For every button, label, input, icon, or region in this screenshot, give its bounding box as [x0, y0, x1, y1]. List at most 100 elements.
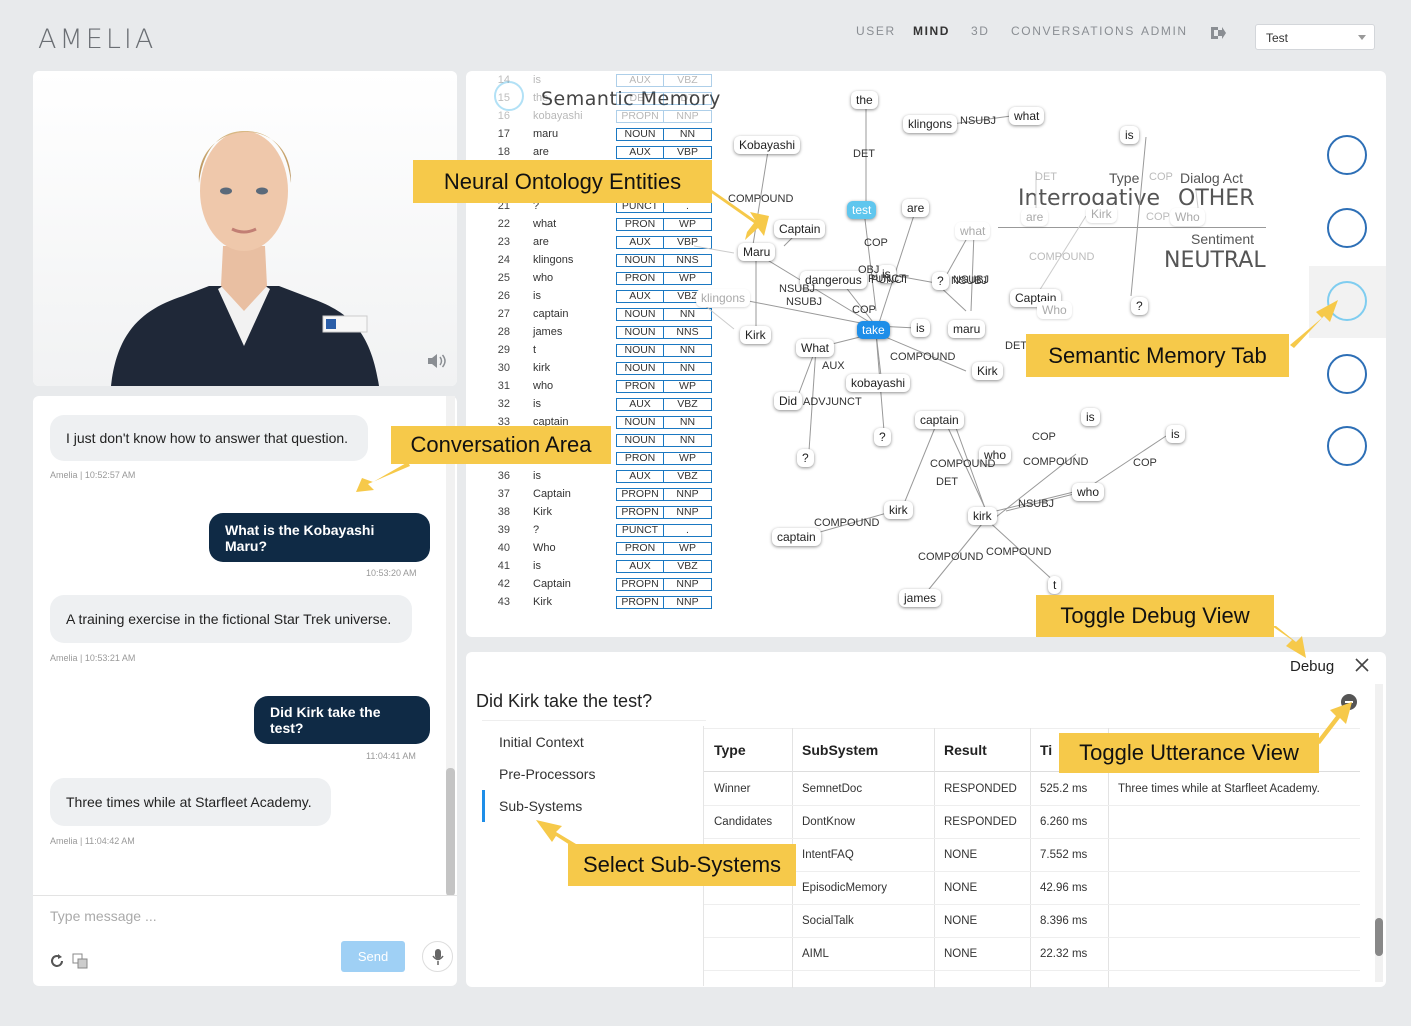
table-cell: SocialTalk — [802, 914, 854, 927]
graph-node[interactable]: Captain — [774, 220, 826, 238]
amelia-message: A training exercise in the fictional Sta… — [50, 595, 412, 643]
nav-conversations[interactable]: CONVERSATIONS — [1011, 24, 1135, 38]
graph-edge-label: COP — [1149, 171, 1173, 183]
graph-node[interactable]: the — [851, 91, 878, 109]
graph-node[interactable]: kobayashi — [846, 374, 911, 392]
column-header[interactable]: Ti — [1040, 728, 1052, 772]
graph-node[interactable]: kirk — [884, 501, 913, 519]
graph-edge-label: NSUBJ — [951, 275, 988, 287]
table-cell: RESPONDED — [944, 815, 1017, 828]
debug-toggle[interactable]: Debug — [1290, 658, 1334, 675]
column-header[interactable]: Type — [714, 728, 746, 772]
graph-edge-label: PUNCT — [871, 274, 909, 286]
message-input[interactable]: Type message ... — [50, 908, 157, 924]
message-meta: Amelia | 10:52:57 AM — [50, 470, 136, 480]
graph-node[interactable]: are — [1021, 208, 1049, 226]
graph-node[interactable]: Maru — [738, 243, 776, 261]
table-cell: DontKnow — [802, 815, 856, 828]
column-header[interactable]: Result — [944, 728, 987, 772]
table-cell: 6.260 ms — [1040, 815, 1088, 828]
utterance-text: Did Kirk take the test? — [476, 691, 653, 711]
nav-mind[interactable]: MIND — [913, 24, 950, 38]
debug-nav-initial-context[interactable]: Initial Context — [499, 734, 584, 750]
tab-process-icon[interactable] — [1327, 135, 1367, 175]
graph-node[interactable]: Kirk — [972, 362, 1003, 380]
table-cell: 22.32 ms — [1040, 947, 1088, 960]
tab-neural-icon[interactable] — [1327, 426, 1367, 466]
tab-episodic-icon[interactable] — [1327, 208, 1367, 248]
graph-node[interactable]: captain — [772, 528, 821, 546]
table-cell: RESPONDED — [944, 782, 1017, 795]
profile-select[interactable]: Test — [1255, 24, 1375, 50]
graph-node[interactable]: ? — [797, 449, 814, 467]
graph-edge-label: COMPOUND — [930, 458, 996, 470]
column-divider — [1030, 728, 1031, 988]
microphone-icon[interactable] — [422, 941, 453, 972]
tab-semantic-memory-icon[interactable] — [1327, 281, 1367, 321]
table-cell — [1118, 904, 1358, 937]
table-cell: IntentFAQ — [802, 848, 854, 861]
table-cell — [1118, 937, 1358, 970]
graph-node[interactable]: is — [1166, 425, 1185, 443]
graph-edge-label: COMPOUND — [814, 517, 880, 529]
translate-icon[interactable] — [72, 953, 88, 974]
graph-node[interactable]: ? — [932, 272, 949, 290]
graph-edge-label: COMPOUND — [918, 551, 984, 563]
graph-node[interactable]: is — [911, 319, 930, 337]
graph-edge-label: DET — [936, 476, 958, 488]
graph-node[interactable]: take — [857, 321, 890, 339]
column-header[interactable]: SubSystem — [802, 728, 878, 772]
tab-emotion-icon[interactable] — [1327, 354, 1367, 394]
graph-node[interactable]: what — [955, 222, 991, 240]
chat-scrollbar-thumb[interactable] — [446, 768, 455, 896]
graph-node[interactable]: ? — [1131, 297, 1148, 315]
avatar-image — [33, 71, 457, 386]
table-row — [704, 970, 1360, 971]
graph-node[interactable]: james — [899, 589, 942, 607]
graph-node[interactable]: is — [1120, 126, 1139, 144]
annotation-neural-ontology: Neural Ontology Entities — [413, 160, 712, 203]
nav-admin[interactable]: ADMIN — [1141, 24, 1188, 38]
nav-3d[interactable]: 3D — [971, 24, 990, 38]
message-meta: 10:53:20 AM — [366, 568, 417, 578]
graph-node[interactable]: test — [847, 201, 877, 219]
graph-node[interactable]: t — [1048, 576, 1062, 594]
send-button[interactable]: Send — [341, 941, 405, 972]
debug-scrollbar-thumb[interactable] — [1375, 918, 1383, 956]
graph-node[interactable]: maru — [948, 320, 986, 338]
graph-node[interactable]: Who — [1170, 208, 1205, 226]
graph-node[interactable]: kirk — [968, 507, 997, 525]
graph-node[interactable]: Kirk — [1086, 205, 1117, 223]
graph-edge-label: COMPOUND — [728, 193, 794, 205]
graph-edge-label: DET — [1005, 340, 1027, 352]
graph-edge-label: COMPOUND — [986, 546, 1052, 558]
table-cell: AIML — [802, 947, 829, 960]
graph-node[interactable]: klingons — [903, 115, 958, 133]
annotation-select-subsystems: Select Sub-Systems — [568, 844, 796, 886]
refresh-icon[interactable] — [49, 953, 65, 974]
graph-node[interactable]: Kobayashi — [734, 136, 801, 154]
volume-icon[interactable] — [427, 353, 447, 374]
logout-icon[interactable] — [1210, 26, 1226, 40]
app-logo: AMELIA — [38, 24, 157, 55]
graph-node[interactable]: who — [1072, 483, 1105, 501]
graph-edge-label: COMPOUND — [1023, 456, 1089, 468]
debug-nav-pre-processors[interactable]: Pre-Processors — [499, 766, 595, 782]
graph-node[interactable]: What — [796, 339, 835, 357]
graph-node[interactable]: are — [902, 199, 930, 217]
graph-node[interactable]: klingons — [696, 289, 751, 307]
graph-edge-label: COMPOUND — [1029, 251, 1095, 263]
divider — [33, 895, 457, 896]
graph-node[interactable]: Kirk — [740, 326, 771, 344]
debug-nav-sub-systems[interactable]: Sub-Systems — [499, 798, 582, 814]
toggle-utterance-icon[interactable] — [1341, 694, 1357, 710]
graph-node[interactable]: Did — [774, 392, 803, 410]
graph-node[interactable]: captain — [915, 411, 964, 429]
graph-node[interactable]: ? — [874, 428, 891, 446]
close-icon[interactable] — [1354, 657, 1370, 678]
graph-node[interactable]: Who — [1037, 301, 1072, 319]
nav-user[interactable]: USER — [856, 24, 896, 38]
graph-node[interactable]: what — [1009, 107, 1045, 125]
message-meta: 11:04:41 AM — [366, 751, 416, 761]
graph-node[interactable]: is — [1081, 408, 1100, 426]
